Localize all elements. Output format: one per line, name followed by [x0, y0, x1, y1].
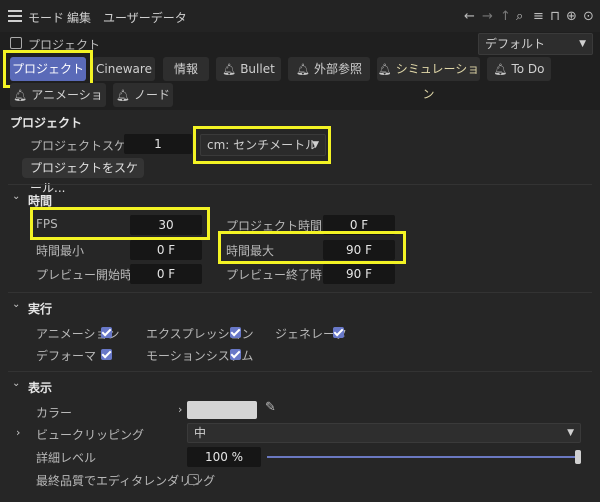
section-exec-title: 実行: [28, 302, 53, 316]
chevron-down-icon[interactable]: ⌄: [12, 191, 20, 202]
forward-icon[interactable]: →: [482, 9, 493, 24]
scale-project-button[interactable]: プロジェクトをスケール...: [22, 158, 144, 195]
preview-start-label: プレビュー開始時間: [36, 268, 145, 282]
tab-simulation-label: シミュレーション: [395, 62, 480, 101]
lock-icon[interactable]: ⊓: [550, 9, 560, 24]
divider: [8, 184, 592, 185]
tab-simulation[interactable]: 🔔︎ シミュレーション: [377, 57, 480, 101]
hamburger-icon[interactable]: [8, 10, 22, 22]
slider-knob[interactable]: [575, 450, 581, 464]
tab-cineware[interactable]: Cineware: [93, 57, 155, 81]
section-project-title: プロジェクト: [10, 116, 83, 130]
chevron-right-icon[interactable]: ›: [16, 426, 20, 439]
layout-dropdown[interactable]: デフォルト ▼: [478, 33, 593, 55]
bell-icon: 🔔︎: [116, 89, 130, 102]
tab-node-label: ノード: [133, 88, 170, 102]
bell-icon: 🔔︎: [13, 89, 28, 102]
bell-icon: 🔔︎: [296, 63, 310, 76]
view-clipping-dropdown[interactable]: 中 ▼: [187, 423, 581, 443]
view-clipping-label: ビュークリッピング: [36, 428, 145, 442]
chevron-down-icon: ▼: [579, 39, 586, 49]
color-swatch[interactable]: [187, 401, 257, 419]
highlight-time-max: [218, 231, 406, 264]
tab-node[interactable]: 🔔︎ ノード: [113, 83, 173, 107]
tab-xref[interactable]: 🔔︎ 外部参照: [288, 57, 370, 81]
detail-level-slider[interactable]: [267, 450, 581, 464]
tab-animation[interactable]: 🔔︎アニメーション: [10, 83, 106, 127]
tab-info[interactable]: 情報: [163, 57, 209, 81]
motion-system-checkbox[interactable]: [230, 349, 241, 360]
animation-checkbox[interactable]: [101, 327, 112, 338]
preview-end-input[interactable]: 90 F: [323, 264, 395, 284]
menu-mode[interactable]: モード: [28, 9, 64, 26]
tab-bullet-label: Bullet: [240, 62, 275, 76]
chevron-down-icon[interactable]: ⌄: [12, 378, 20, 389]
final-quality-checkbox[interactable]: [188, 474, 199, 485]
tab-todo-label: To Do: [511, 62, 545, 76]
tab-bullet[interactable]: 🔔︎ Bullet: [216, 57, 281, 81]
menu-edit[interactable]: 編集: [67, 9, 91, 26]
up-icon[interactable]: ↑: [500, 9, 511, 24]
bell-icon: 🔔︎: [493, 63, 508, 76]
preview-start-input[interactable]: 0 F: [130, 264, 202, 284]
filter-icon[interactable]: ≡: [533, 9, 544, 24]
time-min-label: 時間最小: [36, 244, 85, 258]
time-min-input[interactable]: 0 F: [130, 240, 202, 260]
deformer-label: デフォーマ: [36, 349, 97, 363]
divider: [8, 371, 592, 372]
color-label: カラー: [36, 406, 73, 420]
eyedropper-icon[interactable]: ✎: [265, 400, 276, 415]
deformer-checkbox[interactable]: [101, 349, 112, 360]
highlight-unit: [193, 126, 331, 164]
bell-icon: 🔔︎: [377, 63, 392, 76]
generator-checkbox[interactable]: [333, 327, 344, 338]
chevron-down-icon: ▼: [567, 428, 574, 438]
tab-todo[interactable]: 🔔︎ To Do: [487, 57, 551, 81]
settings-icon[interactable]: ⊙: [583, 9, 594, 24]
new-icon[interactable]: ⊕: [566, 9, 577, 24]
tab-xref-label: 外部参照: [313, 62, 362, 76]
menu-userdata[interactable]: ユーザーデータ: [103, 9, 187, 26]
back-icon[interactable]: ←: [464, 9, 475, 24]
view-clipping-value: 中: [194, 426, 207, 440]
chevron-down-icon[interactable]: ⌄: [12, 299, 20, 310]
chevron-right-icon[interactable]: ›: [178, 403, 182, 416]
preview-end-label: プレビュー終了時間: [226, 268, 335, 282]
project-scale-input[interactable]: 1: [124, 134, 192, 154]
bell-icon: 🔔︎: [222, 63, 237, 76]
slider-track-fill: [267, 456, 581, 458]
section-display-title: 表示: [28, 381, 53, 395]
project-icon: [10, 37, 22, 49]
highlight-fps: [30, 207, 210, 240]
divider: [8, 292, 592, 293]
search-icon[interactable]: ⌕: [516, 9, 523, 24]
detail-level-label: 詳細レベル: [36, 451, 97, 465]
expression-checkbox[interactable]: [230, 327, 241, 338]
detail-level-input[interactable]: 100 %: [187, 447, 261, 467]
layout-dropdown-value: デフォルト: [485, 37, 546, 51]
